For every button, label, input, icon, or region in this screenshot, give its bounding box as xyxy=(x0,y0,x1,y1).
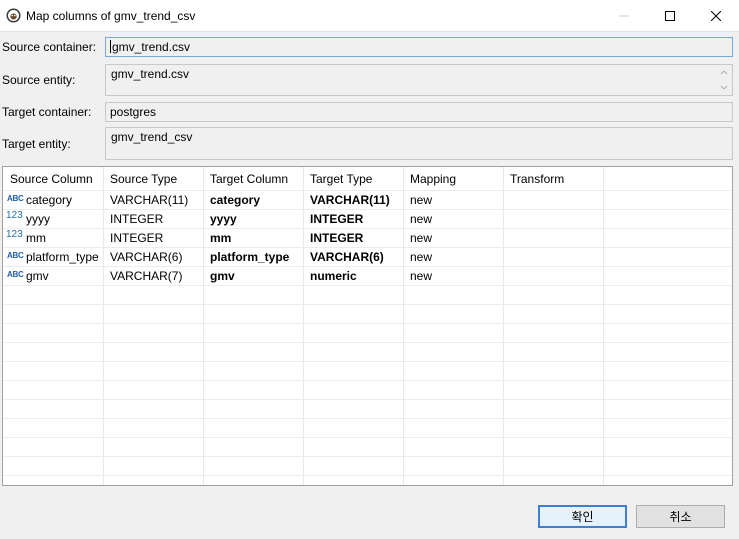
scroll-arrows-icon[interactable] xyxy=(718,67,730,93)
row-divider xyxy=(3,266,732,267)
cell-source-type[interactable]: INTEGER xyxy=(110,231,163,245)
minimize-button[interactable] xyxy=(601,0,647,32)
string-type-icon: ABC xyxy=(7,194,24,203)
cell-target-column[interactable]: platform_type xyxy=(210,250,289,264)
cell-source-type[interactable]: VARCHAR(11) xyxy=(110,193,188,207)
header-target-column[interactable]: Target Column xyxy=(210,172,288,186)
cell-source-type[interactable]: VARCHAR(7) xyxy=(110,269,182,283)
cell-mapping[interactable]: new xyxy=(410,269,432,283)
cell-source-column[interactable]: category xyxy=(26,193,72,207)
ok-button[interactable]: 확인 xyxy=(538,505,627,528)
row-divider xyxy=(3,456,732,457)
row-divider xyxy=(3,475,732,476)
title-bar: Map columns of gmv_trend_csv xyxy=(0,0,739,32)
string-type-icon: ABC xyxy=(7,270,24,279)
cell-mapping[interactable]: new xyxy=(410,212,432,226)
row-divider xyxy=(3,209,732,210)
cell-target-column[interactable]: category xyxy=(210,193,260,207)
close-icon xyxy=(711,11,721,21)
cell-source-column[interactable]: platform_type xyxy=(26,250,99,264)
cell-target-type[interactable]: INTEGER xyxy=(310,212,363,226)
header-mapping[interactable]: Mapping xyxy=(410,172,456,186)
cell-target-column[interactable]: yyyy xyxy=(210,212,237,226)
source-container-label: Source container: xyxy=(2,40,97,54)
source-entity-value: gmv_trend.csv xyxy=(111,67,190,81)
source-container-field[interactable]: gmv_trend.csv xyxy=(105,37,733,57)
header-transform[interactable]: Transform xyxy=(510,172,564,186)
text-caret xyxy=(110,40,111,53)
numeric-type-icon: 123 xyxy=(6,229,23,240)
cell-source-type[interactable]: VARCHAR(6) xyxy=(110,250,182,264)
target-container-value: postgres xyxy=(110,105,157,119)
target-entity-value: gmv_trend_csv xyxy=(111,130,193,144)
source-entity-field[interactable]: gmv_trend.csv xyxy=(105,64,733,96)
header-target-type[interactable]: Target Type xyxy=(310,172,372,186)
cancel-button[interactable]: 취소 xyxy=(636,505,725,528)
minimize-icon xyxy=(619,15,629,17)
row-divider xyxy=(3,323,732,324)
column-mapping-table[interactable]: Source Column Source Type Target Column … xyxy=(2,166,733,486)
row-divider xyxy=(3,247,732,248)
numeric-type-icon: 123 xyxy=(6,210,23,221)
close-button[interactable] xyxy=(693,0,739,32)
cell-source-type[interactable]: INTEGER xyxy=(110,212,163,226)
header-source-column[interactable]: Source Column xyxy=(10,172,93,186)
target-container-label: Target container: xyxy=(2,105,92,119)
header-divider xyxy=(3,190,732,191)
row-divider xyxy=(3,399,732,400)
row-divider xyxy=(3,361,732,362)
cell-mapping[interactable]: new xyxy=(410,250,432,264)
target-entity-field[interactable]: gmv_trend_csv xyxy=(105,127,733,160)
target-container-field[interactable]: postgres xyxy=(105,102,733,122)
cell-target-type[interactable]: numeric xyxy=(310,269,357,283)
cell-target-type[interactable]: VARCHAR(6) xyxy=(310,250,384,264)
window-title: Map columns of gmv_trend_csv xyxy=(26,9,196,23)
row-divider xyxy=(3,380,732,381)
cell-source-column[interactable]: mm xyxy=(26,231,46,245)
row-divider xyxy=(3,418,732,419)
row-divider xyxy=(3,285,732,286)
cell-target-type[interactable]: VARCHAR(11) xyxy=(310,193,390,207)
dbeaver-app-icon xyxy=(6,8,21,23)
maximize-icon xyxy=(665,11,675,21)
source-container-value: gmv_trend.csv xyxy=(112,40,191,54)
target-entity-label: Target entity: xyxy=(2,137,71,151)
string-type-icon: ABC xyxy=(7,251,24,260)
row-divider xyxy=(3,304,732,305)
source-entity-label: Source entity: xyxy=(2,73,76,87)
row-divider xyxy=(3,437,732,438)
cell-target-column[interactable]: mm xyxy=(210,231,231,245)
cell-source-column[interactable]: gmv xyxy=(26,269,49,283)
row-divider xyxy=(3,342,732,343)
cell-target-type[interactable]: INTEGER xyxy=(310,231,363,245)
cell-mapping[interactable]: new xyxy=(410,231,432,245)
cell-source-column[interactable]: yyyy xyxy=(26,212,50,226)
maximize-button[interactable] xyxy=(647,0,693,32)
row-divider xyxy=(3,228,732,229)
cell-mapping[interactable]: new xyxy=(410,193,432,207)
cell-target-column[interactable]: gmv xyxy=(210,269,235,283)
header-source-type[interactable]: Source Type xyxy=(110,172,177,186)
